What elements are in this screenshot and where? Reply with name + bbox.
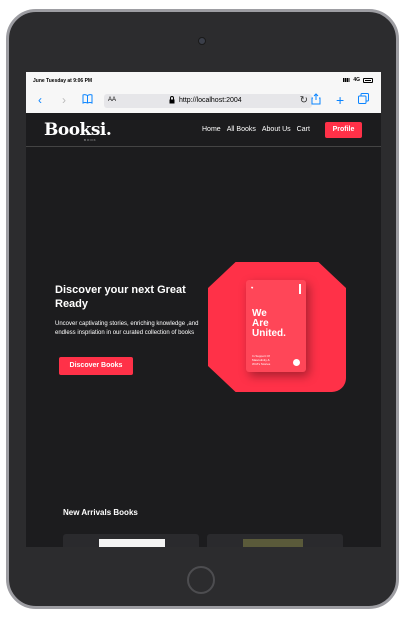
- heart-icon: ♥: [251, 285, 254, 290]
- discover-books-button[interactable]: Discover Books: [59, 357, 133, 375]
- book-cover-title: We Are United.: [252, 308, 286, 339]
- share-icon[interactable]: [311, 93, 321, 108]
- url-text: http://localhost:2004: [179, 97, 242, 104]
- signal-icon: [343, 78, 351, 82]
- book-card-image: [99, 539, 165, 547]
- site-logo[interactable]: Booksi.: [44, 120, 112, 140]
- home-button[interactable]: [187, 566, 215, 594]
- nav-home[interactable]: Home: [202, 126, 221, 133]
- hero-title: Discover your next Great Ready: [55, 284, 186, 310]
- nav-all-books[interactable]: All Books: [227, 126, 256, 133]
- status-indicators: 4G: [343, 77, 373, 83]
- network-label: 4G: [353, 77, 360, 83]
- address-bar[interactable]: AA http://localhost:2004 ↻: [104, 94, 312, 108]
- bookmark-tab: [299, 284, 301, 294]
- new-arrivals-title: New Arrivals Books: [63, 508, 138, 517]
- text-size-button[interactable]: AA: [108, 97, 116, 103]
- screen: June Tuesday at 9:06 PM 4G ‹ › AA http:/…: [26, 72, 381, 547]
- back-icon[interactable]: ‹: [38, 93, 42, 107]
- nav-cart[interactable]: Cart: [297, 126, 310, 133]
- plus-icon[interactable]: +: [336, 93, 344, 107]
- logo-subtitle: BOOK: [84, 138, 97, 142]
- nav-about-us[interactable]: About Us: [262, 126, 291, 133]
- tabs-icon[interactable]: [358, 93, 369, 107]
- book-cover: ♥ We Are United. In Support Of Masculini…: [246, 280, 306, 372]
- camera-icon: [198, 37, 206, 45]
- profile-button[interactable]: Profile: [325, 122, 362, 138]
- reload-icon[interactable]: ↻: [300, 95, 308, 106]
- nav-links: Home All Books About Us Cart: [202, 126, 310, 133]
- forward-icon[interactable]: ›: [62, 93, 66, 107]
- site-navbar: Booksi. BOOK Home All Books About Us Car…: [26, 113, 381, 147]
- book-cover-subtitle: In Support Of Masculinity & W.M's Storie…: [252, 354, 271, 366]
- status-time: June Tuesday at 9:06 PM: [33, 78, 93, 84]
- book-card-image: [243, 539, 303, 547]
- book-card[interactable]: [63, 534, 199, 547]
- book-icon[interactable]: [82, 93, 93, 107]
- lock-icon: [169, 96, 175, 106]
- battery-icon: [363, 77, 373, 83]
- book-card[interactable]: [207, 534, 343, 547]
- status-bar: June Tuesday at 9:06 PM 4G: [26, 72, 381, 89]
- hero-description: Uncover captivating stories, enriching k…: [55, 321, 199, 336]
- book-badge-icon: [293, 359, 300, 366]
- hero-illustration: ♥ We Are United. In Support Of Masculini…: [208, 262, 346, 392]
- browser-toolbar: ‹ › AA http://localhost:2004 ↻ +: [26, 89, 381, 114]
